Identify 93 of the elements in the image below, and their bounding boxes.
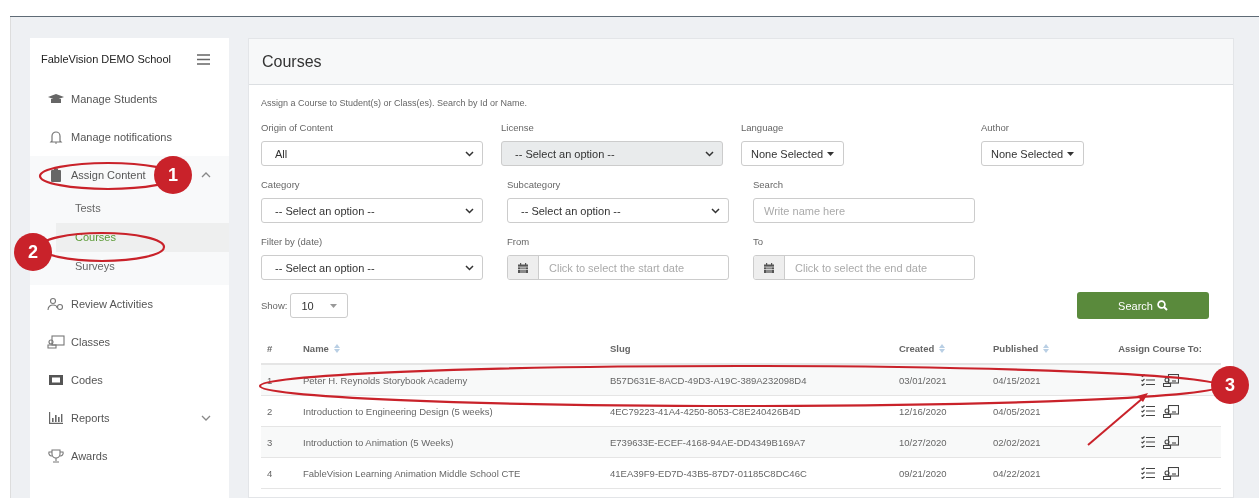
select-field[interactable]: -- Select an option -- [261,198,483,223]
chevron-icon[interactable] [201,415,211,421]
panel-title: Courses [262,52,322,71]
table-cell: Peter H. Reynolds Storybook Academy [303,374,468,386]
column-header: Published [993,342,1039,354]
search-field[interactable]: Write name here [753,198,975,223]
search-button[interactable]: Search [1077,292,1209,319]
chevron-icon [711,207,720,214]
search-icon [1156,300,1168,311]
table-cell: 41EA39F9-ED7D-43B5-87D7-01185C8DC46C [610,467,807,479]
person-board-icon[interactable] [1163,373,1179,387]
table-cell: Introduction to Engineering Design (5 weeks) [303,405,493,417]
calendar-icon[interactable] [764,262,774,273]
dropdown-button[interactable]: None Selected [741,141,845,166]
annotation-arrow [1087,393,1148,446]
field-label: Category [261,179,301,190]
school-name: FableVision DEMO School [41,53,172,65]
description-text: Assign a Course to Student(s) or Class(es). Search by Id or Name. [261,98,529,108]
calendar-icon[interactable] [518,262,528,273]
chevron-icon [705,150,714,157]
table-cell: 04/22/2021 [993,467,1041,479]
page-size-select[interactable]: 10 [290,293,349,318]
submenu-item[interactable]: Surveys [56,252,229,281]
person-board-icon[interactable] [1163,435,1179,449]
field-label: Filter by (date) [261,236,324,247]
checklist-icon[interactable] [1141,405,1155,417]
field-label: Origin of Content [261,122,334,133]
chevron-icon [465,207,474,214]
sidebar-item[interactable]: Assign Content [47,165,146,185]
sidebar-item[interactable]: Manage notifications [47,127,172,147]
person-board-icon[interactable] [1163,466,1179,480]
date-input[interactable]: Click to select the start date [539,256,728,279]
column-header: Assign Course To: [1118,342,1202,354]
person-board-icon [47,335,65,349]
table-cell: 1 [267,374,273,386]
table-cell: E739633E-ECEF-4168-94AE-DD4349B169A7 [610,436,806,448]
trophy-icon [47,449,65,463]
sidebar-item[interactable]: Manage Students [47,89,158,109]
field-label: From [507,236,531,247]
person-board-icon[interactable] [1163,404,1179,418]
field-label: Subcategory [507,179,562,190]
bar-chart-icon [47,411,65,425]
field-label: Author [981,122,1010,133]
sidebar-item[interactable]: Reports [47,408,110,428]
field-label: To [753,236,765,247]
column-header: # [267,342,273,354]
field-label: Language [741,122,785,133]
checklist-icon[interactable] [1141,374,1155,386]
table-cell: FableVision Learning Animation Middle School CTE [303,467,521,479]
table-cell: 04/05/2021 [993,405,1041,417]
people-gear-icon [47,297,65,311]
chevron-icon [465,264,474,271]
show-label: Show: [261,300,288,311]
column-header: Name [303,342,329,354]
menu-icon[interactable] [197,53,210,65]
date-input[interactable]: Click to select the end date [785,256,974,279]
table-cell: Introduction to Animation (5 Weeks) [303,436,454,448]
select-field[interactable]: -- Select an option -- [261,255,483,280]
table-cell: 03/01/2021 [899,374,947,386]
table-cell: 4 [267,467,273,479]
sidebar-item[interactable]: Codes [47,370,103,390]
column-header: Slug [610,342,631,354]
table-cell: 4EC79223-41A4-4250-8053-C8E240426B4D [610,405,801,417]
bell-icon [47,130,65,144]
table-cell: 3 [267,436,273,448]
table-cell: 10/27/2020 [899,436,947,448]
select-field[interactable]: All [261,141,483,166]
caret-icon [330,303,338,308]
checklist-icon[interactable] [1141,467,1155,479]
table-cell: 12/16/2020 [899,405,947,417]
date-field[interactable]: Click to select the start date [507,255,729,280]
field-label: License [501,122,535,133]
dropdown-button[interactable]: None Selected [981,141,1085,166]
table-cell: 04/15/2021 [993,374,1041,386]
checklist-icon[interactable] [1141,436,1155,448]
select-field[interactable]: -- Select an option -- [507,198,729,223]
sidebar-item[interactable]: Classes [47,332,111,352]
column-header: Created [899,342,935,354]
chevron-icon[interactable] [201,172,211,178]
table-cell: 2 [267,405,273,417]
graduation-cap-icon [47,92,65,106]
table-cell: 02/02/2021 [993,436,1041,448]
chevron-icon [465,150,474,157]
field-label: Search [753,179,785,190]
date-field[interactable]: Click to select the end date [753,255,975,280]
caret-icon [1067,151,1075,156]
submenu-item[interactable]: Tests [56,194,229,223]
ticket-icon [47,373,65,387]
sidebar-item[interactable]: Awards [47,446,108,466]
table-cell: 09/21/2020 [899,467,947,479]
caret-icon [827,151,835,156]
table-cell: B57D631E-8ACD-49D3-A19C-389A232098D4 [610,374,807,386]
sidebar-item[interactable]: Review Activities [47,294,153,314]
